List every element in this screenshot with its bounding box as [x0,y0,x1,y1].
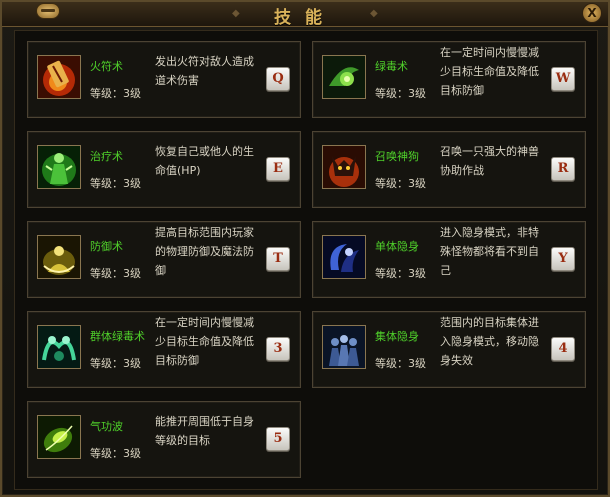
skill-level: 等级：3级 [90,267,141,280]
hotkey-button-r[interactable]: R [551,157,575,181]
hotkey-button-4[interactable]: 4 [551,337,575,361]
skill-level: 等级：3级 [375,87,426,100]
skill-card-poison[interactable]: 绿毒术 等级：3级 在一定时间内慢慢减少目标生命值及降低目标防御 W [312,41,586,118]
skill-level: 等级：3级 [375,267,426,280]
skill-name: 集体隐身 [375,330,419,343]
skill-name: 群体绿毒术 [90,330,145,343]
skill-description: 在一定时间内慢慢减少目标生命值及降低目标防御 [440,46,539,97]
stealth-icon [322,235,366,279]
skill-name: 召唤神狗 [375,150,419,163]
defense-icon [37,235,81,279]
skill-level: 等级：3级 [90,447,141,460]
healing-icon [37,145,81,189]
skill-name: 火符术 [90,60,123,73]
hotkey-button-e[interactable]: E [266,157,290,181]
skill-card-summon-beast[interactable]: 召唤神狗 等级：3级 召唤一只强大的神兽协助作战 R [312,131,586,208]
poison-icon [322,55,366,99]
mass-stealth-icon [322,325,366,369]
skill-level: 等级：3级 [375,177,426,190]
skill-card-healing[interactable]: 治疗术 等级：3级 恢复自己或他人的生命值(HP) E [27,131,301,208]
skill-description: 提高目标范围内玩家的物理防御及魔法防御 [155,226,254,277]
mass-poison-icon [37,325,81,369]
hotkey-button-q[interactable]: Q [266,67,290,91]
skill-list: 火符术 等级：3级 发出火符对敌人造成道术伤害 Q 绿毒术 等级：3级 在一定时… [14,30,598,490]
skill-description: 进入隐身模式，非特殊怪物都将看不到自己 [440,226,539,277]
skill-name: 气功波 [90,420,123,433]
skill-name: 绿毒术 [375,60,408,73]
skill-description: 能推开周围低于自身等级的目标 [155,415,254,447]
qigong-wave-icon [37,415,81,459]
skill-description: 恢复自己或他人的生命值(HP) [155,145,254,177]
skill-card-mass-stealth[interactable]: 集体隐身 等级：3级 范围内的目标集体进入隐身模式，移动隐身失效 4 [312,311,586,388]
summon-beast-icon [322,145,366,189]
skill-level: 等级：3级 [90,357,141,370]
skills-window: ◆ 技能 ◆ X 火符术 等级：3级 发出火符对敌人造成道术伤害 Q 绿毒术 等… [0,0,610,497]
skill-card-stealth[interactable]: 单体隐身 等级：3级 进入隐身模式，非特殊怪物都将看不到自己 Y [312,221,586,298]
close-button[interactable]: X [582,3,602,23]
skill-card-qigong-wave[interactable]: 气功波 等级：3级 能推开周围低于自身等级的目标 5 [27,401,301,478]
skill-level: 等级：3级 [90,177,141,190]
window-title: 技能 [274,8,336,28]
skill-level: 等级：3级 [375,357,426,370]
hotkey-button-3[interactable]: 3 [266,337,290,361]
ornament-right-icon: ◆ [370,8,378,19]
skill-name: 防御术 [90,240,123,253]
hotkey-button-w[interactable]: W [551,67,575,91]
fire-talisman-icon [37,55,81,99]
hotkey-button-5[interactable]: 5 [266,427,290,451]
skill-name: 治疗术 [90,150,123,163]
skill-description: 召唤一只强大的神兽协助作战 [440,145,539,177]
hotkey-button-y[interactable]: Y [551,247,575,271]
skill-description: 在一定时间内慢慢减少目标生命值及降低目标防御 [155,316,254,367]
skill-card-fire-talisman[interactable]: 火符术 等级：3级 发出火符对敌人造成道术伤害 Q [27,41,301,118]
skill-card-mass-poison[interactable]: 群体绿毒术 等级：3级 在一定时间内慢慢减少目标生命值及降低目标防御 3 [27,311,301,388]
skill-description: 发出火符对敌人造成道术伤害 [155,55,254,87]
hotkey-button-t[interactable]: T [266,247,290,271]
skill-card-defense[interactable]: 防御术 等级：3级 提高目标范围内玩家的物理防御及魔法防御 T [27,221,301,298]
skill-description: 范围内的目标集体进入隐身模式，移动隐身失效 [440,316,539,367]
title-bar: ◆ 技能 ◆ X [2,2,608,28]
skill-name: 单体隐身 [375,240,419,253]
skill-level: 等级：3级 [90,87,141,100]
